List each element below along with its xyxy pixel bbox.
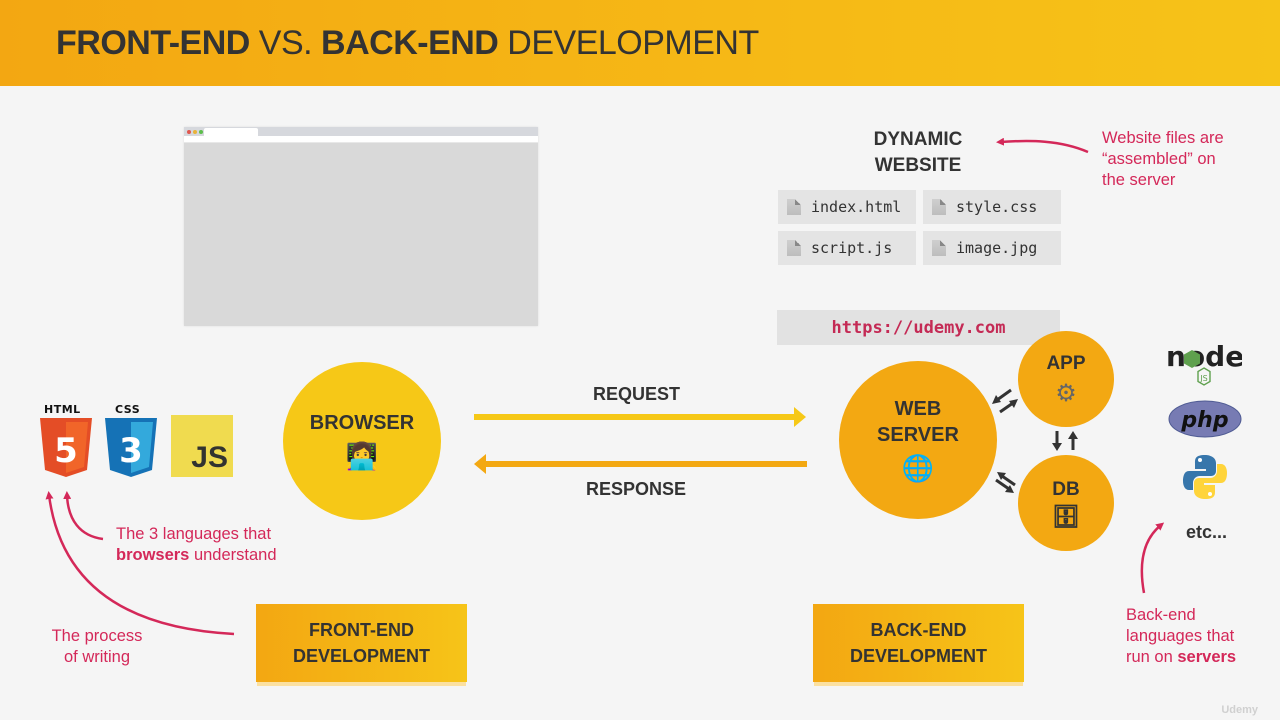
browser-window-mockup	[184, 127, 538, 326]
response-arrow	[474, 454, 807, 474]
db-node: DB 🗄	[1018, 455, 1114, 551]
dev-box-line: DEVELOPMENT	[292, 646, 430, 666]
gear-icon: ⚙	[1055, 379, 1077, 407]
close-dot-icon	[187, 130, 191, 134]
annotation-line: run on servers	[1126, 647, 1236, 668]
globe-icon: 🌐	[901, 454, 935, 484]
file-chip: index.html	[778, 190, 916, 224]
css-version-number: 3	[119, 431, 143, 471]
db-label: DB	[1052, 478, 1080, 500]
process-annotation: The process of writing	[45, 626, 149, 668]
server-db-arrows	[995, 472, 1016, 493]
file-name: style.css	[956, 198, 1038, 216]
annotation-text: run on	[1126, 648, 1178, 666]
php-logo-icon: php	[1168, 400, 1242, 438]
title-frontend: FRONT-END	[56, 24, 250, 62]
title-backend: BACK-END	[321, 24, 499, 62]
header-banner: FRONT-END VS. BACK-END DEVELOPMENT	[0, 0, 1280, 86]
request-arrow	[474, 407, 806, 427]
file-chip: style.css	[923, 190, 1061, 224]
annotation-line: languages that	[1126, 627, 1235, 645]
backend-languages-arrow	[1140, 522, 1165, 594]
browser-label: BROWSER	[309, 412, 415, 434]
annotation-line: The 3 languages that	[116, 525, 272, 543]
annotation-bold: browsers	[116, 546, 190, 564]
annotation-line: browsers understand	[116, 545, 277, 566]
file-icon	[932, 240, 946, 256]
file-name: index.html	[811, 198, 902, 216]
browser-tab	[204, 128, 258, 136]
annotation-line: Back-end	[1126, 606, 1196, 624]
server-app-arrows	[992, 388, 1018, 414]
js-label: JS	[191, 441, 228, 474]
html-version-number: 5	[54, 431, 78, 471]
app-node: APP ⚙	[1018, 331, 1114, 427]
php-wordmark: php	[1180, 408, 1228, 433]
css3-logo-icon: 3	[105, 418, 157, 477]
languages-arrow	[63, 491, 104, 541]
file-icon	[932, 199, 946, 215]
watermark-logo: Udemy	[1221, 704, 1258, 716]
file-chip: image.jpg	[923, 231, 1061, 265]
assembled-arrow	[996, 137, 1089, 154]
dev-box-line: BACK-END	[870, 620, 967, 640]
html5-logo-icon: 5	[40, 418, 92, 477]
file-name: image.jpg	[956, 239, 1038, 257]
app-label: APP	[1046, 353, 1086, 374]
file-name: script.js	[811, 239, 893, 257]
backend-development-box: BACK-END DEVELOPMENT	[813, 604, 1024, 682]
response-label: RESPONSE	[586, 479, 687, 499]
node-js-badge: JS	[1199, 374, 1207, 383]
url-display: https://udemy.com	[777, 310, 1060, 345]
nodejs-logo-icon: node JS	[1166, 340, 1242, 386]
file-icon	[787, 240, 801, 256]
javascript-logo-icon: JS	[171, 415, 233, 477]
file-icon	[787, 199, 801, 215]
web-server-label-line2: SERVER	[877, 424, 959, 446]
annotation-text: understand	[189, 546, 277, 564]
annotation-bold: servers	[1177, 648, 1237, 666]
file-chip: script.js	[778, 231, 916, 265]
annotation-line: “assembled” on	[1102, 150, 1216, 168]
annotation-line: of writing	[63, 648, 131, 666]
app-db-arrows	[1052, 431, 1078, 451]
python-logo-icon	[1183, 455, 1227, 499]
dev-box-line: DEVELOPMENT	[849, 646, 987, 666]
etc-label: etc...	[1186, 522, 1228, 542]
title-development: DEVELOPMENT	[498, 24, 759, 62]
title-vs: VS.	[249, 24, 322, 62]
annotation-line: Website files are	[1102, 129, 1224, 147]
file-cabinet-icon: 🗄	[1052, 504, 1080, 530]
page-title: FRONT-END VS. BACK-END DEVELOPMENT	[56, 24, 759, 63]
frontend-development-box: FRONT-END DEVELOPMENT	[256, 604, 467, 682]
html-label: HTML	[44, 403, 81, 416]
css-label: CSS	[115, 403, 141, 416]
request-label: REQUEST	[593, 384, 681, 404]
minimize-dot-icon	[193, 130, 197, 134]
annotation-line: The process	[51, 627, 143, 645]
dev-box-line: FRONT-END	[308, 620, 414, 640]
annotation-line: the server	[1102, 171, 1176, 189]
dynamic-title-line1: DYNAMIC	[873, 129, 963, 150]
url-text: https://udemy.com	[831, 317, 1006, 338]
dynamic-website-title: DYNAMIC WEBSITE	[848, 127, 988, 179]
browser-tab-bar	[184, 127, 538, 136]
web-server-node: WEB SERVER 🌐	[839, 361, 997, 519]
maximize-dot-icon	[199, 130, 203, 134]
browser-address-bar	[184, 136, 538, 143]
dynamic-title-line2: WEBSITE	[874, 155, 962, 176]
assembled-annotation: Website files are “assembled” on the ser…	[1102, 128, 1224, 191]
backend-languages-annotation: Back-end languages that run on servers	[1126, 605, 1236, 668]
three-languages-annotation: The 3 languages that browsers understand	[116, 524, 277, 566]
web-server-label-line1: WEB	[894, 398, 942, 420]
technologist-icon: 👩‍💻	[345, 442, 379, 472]
browser-node: BROWSER 👩‍💻	[283, 362, 441, 520]
